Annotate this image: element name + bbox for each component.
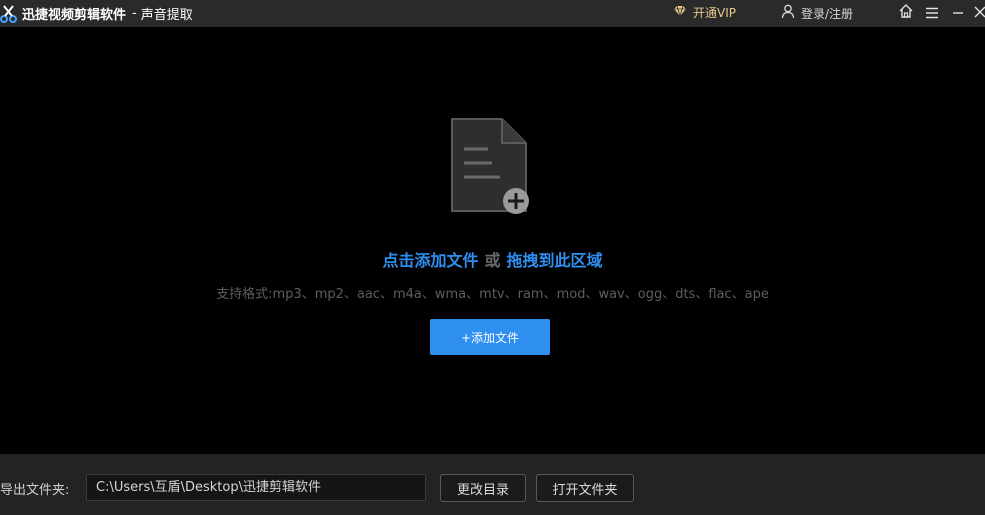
change-directory-button[interactable]: 更改目录 [440,474,526,502]
diamond-icon [673,5,693,20]
drop-instructions: 点击添加文件或拖拽到此区域 [0,247,985,271]
or-text: 或 [484,251,501,270]
menu-button[interactable] [922,3,942,23]
close-button[interactable] [970,3,985,23]
user-icon [781,4,801,22]
close-icon [973,4,985,23]
title-bar: 迅捷视频剪辑软件 - 声音提取 开通VIP 登录/注册 [0,0,985,27]
minimize-button[interactable] [948,3,968,23]
output-folder-label: 导出文件夹: [0,483,70,498]
home-button[interactable] [896,3,916,23]
login-button[interactable]: 登录/注册 [781,4,853,22]
open-folder-button[interactable]: 打开文件夹 [536,474,634,502]
app-title: 迅捷视频剪辑软件 [22,8,127,23]
vip-label: 开通VIP [693,6,736,20]
page-title: 声音提取 [140,8,193,23]
drop-area[interactable]: 点击添加文件或拖拽到此区域 支持格式:mp3、mp2、aac、m4a、wma、m… [0,27,985,454]
click-add-link[interactable]: 点击添加文件 [382,251,478,270]
document-add-icon [451,118,529,214]
vip-button[interactable]: 开通VIP [673,4,736,21]
output-path-field[interactable]: C:\Users\互盾\Desktop\迅捷剪辑软件 [86,474,426,501]
home-icon [898,3,914,23]
minimize-icon [951,4,965,23]
add-file-button[interactable]: +添加文件 [430,319,550,355]
scissors-logo-icon [0,3,18,25]
supported-formats: 支持格式:mp3、mp2、aac、m4a、wma、mtv、ram、mod、wav… [216,287,769,302]
menu-icon [925,4,939,23]
title-separator: - [132,6,137,21]
login-label: 登录/注册 [801,6,854,21]
drag-here-text: 拖拽到此区域 [506,251,603,270]
